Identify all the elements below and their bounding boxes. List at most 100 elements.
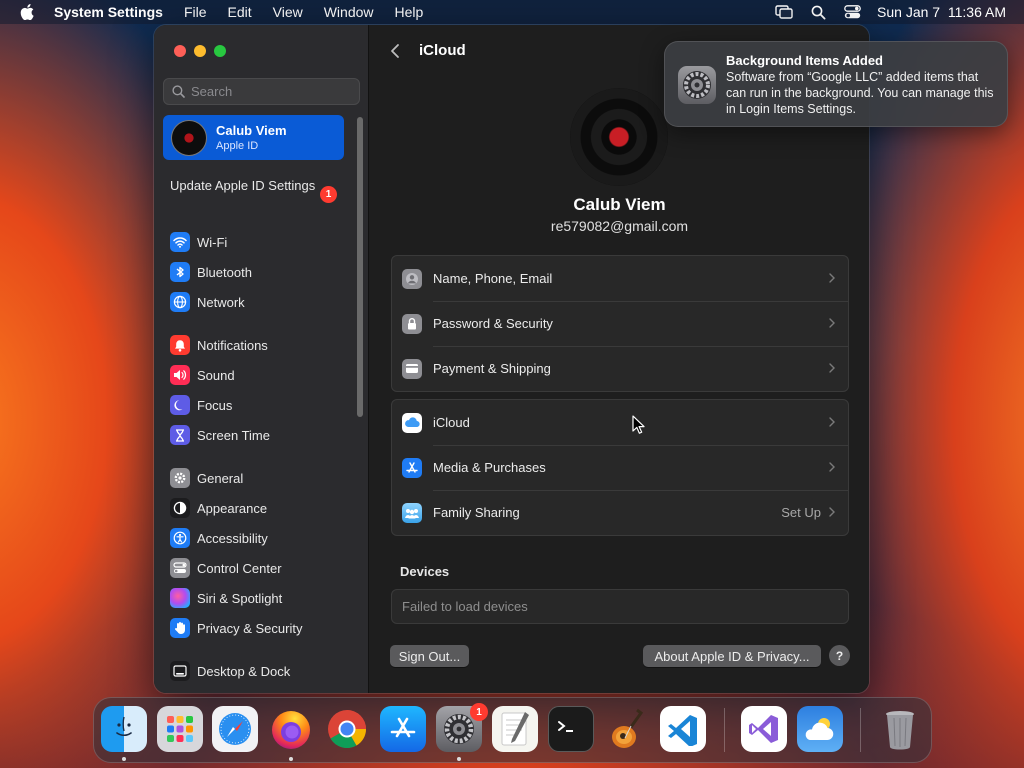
chevron-right-icon xyxy=(829,507,835,517)
sidebar-item-sound[interactable]: Sound xyxy=(170,364,235,386)
apple-menu-icon[interactable] xyxy=(18,3,36,21)
sidebar-item-label: Notifications xyxy=(197,337,268,353)
dock-app-store-icon[interactable] xyxy=(380,706,426,752)
chevron-right-icon xyxy=(829,273,835,283)
menu-bar: System Settings File Edit View Window He… xyxy=(0,0,1024,24)
family-icon xyxy=(402,502,422,523)
dock-visual-studio-icon[interactable] xyxy=(741,706,787,752)
control-center-icon[interactable] xyxy=(843,3,861,21)
minimize-button[interactable] xyxy=(194,45,206,57)
hand-icon xyxy=(170,618,190,638)
services-group: iCloud Media & Purchases Family Sharing … xyxy=(391,399,849,536)
card-icon xyxy=(402,358,422,379)
sidebar-item-general[interactable]: General xyxy=(170,467,243,489)
dock-separator xyxy=(724,708,725,752)
dock-firefox-icon[interactable] xyxy=(268,706,314,752)
dock-chrome-icon[interactable] xyxy=(324,706,370,752)
chevron-right-icon xyxy=(829,417,835,427)
sidebar-item-accessibility[interactable]: Accessibility xyxy=(170,527,268,549)
globe-icon xyxy=(170,292,190,312)
menu-edit[interactable]: Edit xyxy=(228,4,252,20)
background-items-notification[interactable]: Background Items Added Software from “Go… xyxy=(664,41,1008,127)
sidebar-item-label: Network xyxy=(197,294,245,310)
search-input[interactable] xyxy=(191,84,351,99)
update-apple-id-settings[interactable]: Update Apple ID Settings xyxy=(170,178,340,194)
sidebar-item-notifications[interactable]: Notifications xyxy=(170,334,268,356)
bell-icon xyxy=(170,335,190,355)
account-settings-group: Name, Phone, Email Password & Security P… xyxy=(391,255,849,392)
sidebar-item-label: Desktop & Dock xyxy=(197,663,291,679)
sidebar-item-network[interactable]: Network xyxy=(170,291,245,313)
sidebar-item-desktop-dock[interactable]: Desktop & Dock xyxy=(170,660,290,682)
spotlight-search-icon[interactable] xyxy=(809,3,827,21)
close-button[interactable] xyxy=(174,45,186,57)
sidebar-item-wifi[interactable]: Wi-Fi xyxy=(170,231,227,253)
sidebar-item-label: Siri & Spotlight xyxy=(197,590,283,606)
sidebar-item-control-center[interactable]: Control Center xyxy=(170,557,282,579)
search-field[interactable] xyxy=(163,78,360,105)
sidebar-item-appearance[interactable]: Appearance xyxy=(170,497,267,519)
system-settings-badge: 1 xyxy=(470,703,488,721)
sidebar-item-label: General xyxy=(197,470,244,486)
sidebar-item-bluetooth[interactable]: Bluetooth xyxy=(170,261,252,283)
row-label: Password & Security xyxy=(433,316,553,331)
sidebar-item-focus[interactable]: Focus xyxy=(170,394,232,416)
dock-garageband-icon[interactable] xyxy=(604,706,650,752)
sidebar-scrollbar[interactable] xyxy=(357,117,363,417)
sidebar-item-apple-id[interactable]: Calub Viem Apple ID xyxy=(163,115,344,160)
profile-email: re579082@gmail.com xyxy=(550,218,689,234)
dock-vscode-icon[interactable] xyxy=(660,706,706,752)
dock-weather-icon[interactable] xyxy=(797,706,843,752)
row-label: Media & Purchases xyxy=(433,460,546,475)
sidebar-item-label: Sound xyxy=(197,367,235,383)
account-subtitle: Apple ID xyxy=(216,140,259,152)
hourglass-icon xyxy=(170,425,190,445)
sidebar-item-privacy-security[interactable]: Privacy & Security xyxy=(170,617,302,639)
dock-trash-icon[interactable] xyxy=(877,706,923,752)
sidebar-item-siri-spotlight[interactable]: Siri & Spotlight xyxy=(170,587,282,609)
person-icon xyxy=(402,268,422,289)
bluetooth-icon xyxy=(170,262,190,282)
sidebar-item-label: Bluetooth xyxy=(197,264,252,280)
row-media-purchases[interactable]: Media & Purchases xyxy=(392,445,848,490)
menu-file[interactable]: File xyxy=(184,4,207,20)
dock-textedit-icon[interactable] xyxy=(492,706,538,752)
screen-mirroring-icon[interactable] xyxy=(775,3,793,21)
zoom-button[interactable] xyxy=(214,45,226,57)
row-password-security[interactable]: Password & Security xyxy=(392,301,848,346)
wifi-icon xyxy=(170,232,190,252)
devices-heading: Devices xyxy=(400,564,450,579)
row-icloud[interactable]: iCloud xyxy=(392,400,848,445)
menu-clock[interactable]: Sun Jan 7 11:36 AM xyxy=(877,4,1006,20)
sidebar-item-screen-time[interactable]: Screen Time xyxy=(170,424,270,446)
sidebar-item-label: Control Center xyxy=(197,560,282,576)
dock-launchpad-icon[interactable] xyxy=(157,706,203,752)
menu-app-name[interactable]: System Settings xyxy=(54,4,163,20)
search-icon xyxy=(172,85,185,98)
row-label: Name, Phone, Email xyxy=(433,271,553,286)
dock-separator xyxy=(860,708,861,752)
dock-safari-icon[interactable] xyxy=(212,706,258,752)
dock: 1 xyxy=(93,697,932,763)
row-family-sharing[interactable]: Family Sharing Set Up xyxy=(392,490,848,535)
dock-finder-icon[interactable] xyxy=(101,706,147,752)
menu-help[interactable]: Help xyxy=(395,4,424,20)
sign-out-button[interactable]: Sign Out... xyxy=(390,645,469,667)
chevron-right-icon xyxy=(829,363,835,373)
row-name-phone-email[interactable]: Name, Phone, Email xyxy=(392,256,848,301)
row-label: Payment & Shipping xyxy=(433,361,551,376)
back-chevron-icon[interactable] xyxy=(388,42,404,60)
siri-icon xyxy=(170,588,190,608)
row-label: Family Sharing xyxy=(433,505,520,520)
row-payment-shipping[interactable]: Payment & Shipping xyxy=(392,346,848,391)
menu-view[interactable]: View xyxy=(273,4,303,20)
firefox-running-indicator xyxy=(289,757,293,761)
help-button[interactable]: ? xyxy=(829,645,850,666)
about-apple-id-privacy-button[interactable]: About Apple ID & Privacy... xyxy=(643,645,821,667)
lock-icon xyxy=(402,313,422,334)
dock-terminal-icon[interactable] xyxy=(548,706,594,752)
profile-avatar[interactable] xyxy=(570,88,668,186)
menu-window[interactable]: Window xyxy=(324,4,374,20)
sidebar: Calub Viem Apple ID Update Apple ID Sett… xyxy=(154,25,369,693)
family-sharing-setup-link[interactable]: Set Up xyxy=(781,505,821,520)
